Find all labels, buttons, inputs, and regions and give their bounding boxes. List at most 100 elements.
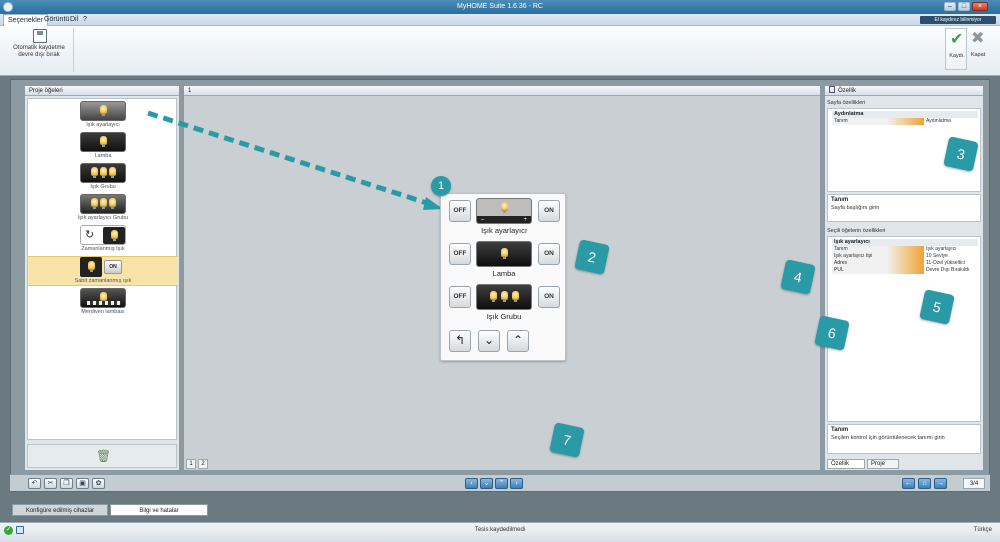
home-button[interactable]: ⌂: [918, 478, 931, 489]
paste-icon[interactable]: ▣: [76, 478, 89, 489]
description-text: Seçilen kontrol için görüntülenecek tanı…: [831, 435, 945, 441]
cut-icon[interactable]: ✂: [44, 478, 57, 489]
language-indicator[interactable]: Türkçe: [974, 527, 992, 533]
description-title: Tanım: [831, 197, 849, 203]
dimmer-icon: – +: [476, 198, 532, 224]
dimmer-icon: [80, 101, 126, 121]
component-fixed-timed-light[interactable]: ON Sabit zamanlanmış ışık: [28, 256, 178, 286]
off-button[interactable]: OFF: [449, 243, 471, 265]
previous-page-button[interactable]: ←: [902, 478, 915, 489]
minimize-button[interactable]: –: [944, 2, 956, 11]
arrow-down-button[interactable]: ⌄: [480, 478, 493, 489]
save-label: Kaydı.: [949, 53, 965, 59]
arrow-left-button[interactable]: ‹: [465, 478, 478, 489]
fixed-timed-light-icon: ON: [80, 257, 126, 277]
x-icon: ✖: [971, 30, 985, 47]
property-key: PUL: [832, 267, 924, 274]
component-timed-light[interactable]: ↻ Zamanlanmış Işık: [28, 225, 178, 255]
bottom-toolbar: ↶ ✂ ❐ ▣ ✿ ‹ ⌄ ⌃ › ← ⌂ → 3/4: [10, 474, 990, 491]
chevron-up-button[interactable]: ⌃: [507, 330, 529, 352]
property-key: Tanım: [832, 118, 924, 125]
annotation-badge: 1: [431, 176, 451, 196]
page-description-box: Tanım Sayfa başlığını girin: [827, 194, 981, 222]
annotation-badge: 6: [814, 315, 850, 351]
off-button[interactable]: OFF: [449, 200, 471, 222]
menu-help[interactable]: ?: [79, 14, 91, 26]
light-group-icon: [476, 284, 532, 310]
page-tab[interactable]: 2: [198, 459, 208, 469]
autosave-toggle-button[interactable]: Otomatik kaydetme devre dışı bırak: [4, 28, 74, 72]
window-close-button[interactable]: ×: [972, 2, 988, 11]
property-group: Aydınlatma: [832, 111, 978, 118]
lamp-icon: [80, 132, 126, 152]
checkmark-icon: ✔: [950, 31, 964, 48]
app-icon[interactable]: [3, 2, 13, 12]
image-icon[interactable]: ✿: [92, 478, 105, 489]
trash-icon: 🗑: [96, 449, 112, 463]
tab-configured-devices[interactable]: Konfigüre edilmiş cihazlar: [12, 504, 108, 516]
back-arrow-button[interactable]: ↰: [449, 330, 471, 352]
property-row[interactable]: Tanım Aydınlatma: [832, 118, 978, 125]
close-button[interactable]: ✖ Kapat: [967, 28, 989, 70]
light-group-control-row: OFF ON Işık Grubu: [446, 282, 562, 326]
floppy-disk-icon: [33, 29, 47, 43]
drag-arrow: [147, 110, 443, 210]
property-group: Işık ayarlayıcı: [832, 239, 978, 246]
on-button[interactable]: ON: [538, 243, 560, 265]
chevron-down-button[interactable]: ⌄: [478, 330, 500, 352]
lamp-icon: [476, 241, 532, 267]
control-description-box: Tanım Seçilen kontrol için görüntülenece…: [827, 424, 981, 454]
window-title-bar: MyHOME Suite 1.6.36 - RC: [0, 0, 1000, 14]
annotation-badge: 4: [780, 259, 816, 295]
annotation-badge: 2: [574, 239, 610, 275]
trash-dropzone[interactable]: 🗑: [27, 444, 177, 468]
autosave-label: Otomatik kaydetme devre dışı bırak: [13, 45, 65, 58]
annotation-badge: 7: [549, 422, 585, 458]
property-value: 11-Özel yükseltici: [926, 260, 965, 266]
on-button[interactable]: ON: [538, 200, 560, 222]
save-button[interactable]: ✔ Kaydı.: [945, 28, 967, 70]
description-text: Sayfa başlığını girin: [831, 205, 880, 211]
card-nav-row: ↰ ⌄ ⌃: [446, 330, 562, 356]
property-value: Devre Dışı Bırakıldı: [926, 267, 970, 273]
lamp-control-row: OFF ON Lamba: [446, 239, 562, 283]
tab-label: Özellik: [831, 461, 850, 467]
status-bar: ✓ Tesis kaydedilmedi Türkçe: [0, 522, 1000, 542]
property-value: Aydınlatma: [926, 118, 951, 124]
lighting-page-card: OFF – + ON Işık ayarlayıcı OFF ON Lamba …: [440, 193, 566, 361]
property-row[interactable]: Adres 11-Özel yükseltici: [832, 260, 978, 267]
component-label: Merdiven lambası: [81, 309, 125, 315]
undo-icon[interactable]: ↶: [28, 478, 41, 489]
ribbon: Otomatik kaydetme devre dışı bırak ✔ Kay…: [0, 26, 1000, 76]
component-label: Işık ayarlayıcı Grubu: [77, 215, 129, 221]
on-button[interactable]: ON: [538, 286, 560, 308]
property-value: 10 Seviye: [926, 253, 948, 259]
bottom-tabs: Konfigüre edilmiş cihazlar Bilgi ve hata…: [10, 504, 990, 517]
page-header: 1: [184, 86, 820, 96]
copy-icon[interactable]: ❐: [60, 478, 73, 489]
property-row[interactable]: PUL Devre Dışı Bırakıldı: [832, 267, 978, 274]
property-row[interactable]: Tanım Işık ayarlayıcı: [832, 246, 978, 253]
dimmer-group-icon: [80, 194, 126, 214]
component-staircase-light[interactable]: Merdiven lambası: [28, 288, 178, 318]
description-title: Tanım: [831, 427, 849, 433]
tab-ozellik[interactable]: Özellik: [827, 459, 865, 469]
control-label: Işık ayarlayıcı: [481, 226, 527, 235]
property-row[interactable]: Işık ayarlayıcı tipi 10 Seviye: [832, 253, 978, 260]
page-indicator: 3/4: [963, 478, 985, 489]
tab-label: Proje: [871, 461, 886, 467]
arrow-right-button[interactable]: ›: [510, 478, 523, 489]
tab-proje[interactable]: Proje: [867, 459, 899, 469]
arrow-up-button[interactable]: ⌃: [495, 478, 508, 489]
next-page-button[interactable]: →: [934, 478, 947, 489]
staircase-light-icon: [80, 288, 126, 308]
legend-button[interactable]: El kaydınız bilinmiyor: [920, 16, 996, 24]
maximize-button[interactable]: □: [958, 2, 970, 11]
panel-title-text: Proje öğeleri: [29, 88, 63, 94]
property-value: Işık ayarlayıcı: [926, 246, 957, 252]
off-button[interactable]: OFF: [449, 286, 471, 308]
control-label: Lamba: [492, 269, 516, 278]
page-tab[interactable]: 1: [186, 459, 196, 469]
control-label: Işık Grubu: [486, 312, 522, 321]
tab-info-errors[interactable]: Bilgi ve hatalar: [110, 504, 208, 516]
